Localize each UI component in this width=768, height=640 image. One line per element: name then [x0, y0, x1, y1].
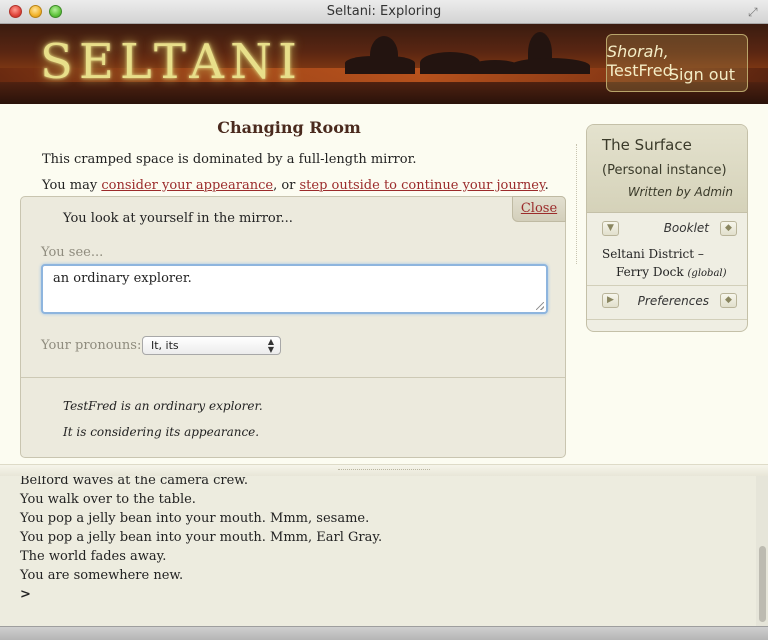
banner-rock-decoration — [370, 36, 398, 74]
preferences-diamond-icon[interactable]: ◆ — [720, 293, 737, 308]
world-sidebar: The Surface (Personal instance) Written … — [586, 124, 748, 332]
booklet-label: Booklet — [663, 221, 709, 235]
mirror-panel: You look at yourself in the mirror... Cl… — [20, 196, 566, 458]
room-description: This cramped space is dominated by a ful… — [42, 152, 417, 167]
pronouns-value: It, its — [151, 339, 179, 352]
log-line: Belford waves at the camera crew. — [20, 476, 249, 488]
scrollbar-thumb[interactable] — [759, 546, 766, 622]
event-log: Belford waves at the camera crew. You wa… — [0, 476, 756, 626]
fullscreen-icon[interactable]: ⤢ — [748, 5, 762, 19]
pronouns-select[interactable]: It, its ▲ ▼ — [142, 336, 281, 355]
appearance-result: TestFred is an ordinary explorer. — [63, 399, 263, 413]
window-titlebar: Seltani: Exploring ⤢ — [0, 0, 768, 24]
location-line-2: Ferry Dock — [616, 265, 684, 279]
mirror-heading: You look at yourself in the mirror... — [63, 211, 293, 226]
sign-out-link[interactable]: Sign out — [669, 65, 735, 84]
mirror-divider — [21, 377, 565, 378]
command-prompt[interactable]: > — [20, 587, 31, 602]
world-author: Written by Admin — [627, 185, 733, 199]
sidebar-header: The Surface (Personal instance) Written … — [587, 125, 747, 213]
choices-suffix: . — [544, 178, 549, 193]
sidebar-divider — [587, 285, 747, 286]
close-link[interactable]: Close — [521, 201, 557, 216]
booklet-collapse-icon[interactable]: ▼ — [602, 221, 619, 236]
site-banner: SELTANI Shorah, TestFred Sign out — [0, 24, 768, 104]
preferences-expand-icon[interactable]: ▶ — [602, 293, 619, 308]
window-title: Seltani: Exploring — [326, 4, 442, 19]
pane-splitter[interactable] — [0, 464, 768, 476]
current-location: Seltani District – Ferry Dock (global) — [602, 245, 727, 283]
location-line-2-wrap: Ferry Dock (global) — [602, 263, 727, 283]
user-name: TestFred — [607, 61, 673, 80]
location-line-1: Seltani District – — [602, 247, 704, 261]
room-title: Changing Room — [217, 118, 361, 137]
choices-prefix: You may — [42, 178, 102, 193]
log-line: You are somewhere new. — [20, 568, 184, 583]
log-scrollbar[interactable] — [756, 476, 768, 626]
select-arrows-icon: ▲ ▼ — [267, 337, 274, 354]
banner-rock-decoration — [510, 58, 590, 74]
resize-grip[interactable] — [536, 302, 544, 310]
world-title: The Surface — [602, 136, 692, 154]
pane-divider — [576, 144, 577, 264]
log-line: You pop a jelly bean into your mouth. Mm… — [20, 511, 370, 526]
sidebar-divider — [587, 319, 747, 320]
log-line: You walk over to the table. — [20, 492, 196, 507]
location-scope: (global) — [687, 268, 727, 279]
you-see-label: You see... — [41, 245, 104, 260]
log-line: You pop a jelly bean into your mouth. Mm… — [20, 530, 383, 545]
choices-middle: , or — [273, 178, 300, 193]
preferences-label: Preferences — [637, 294, 709, 308]
pronouns-label: Your pronouns: — [41, 338, 142, 353]
step-outside-link[interactable]: step outside to continue your journey — [300, 178, 545, 193]
appearance-textarea[interactable]: an ordinary explorer. — [41, 264, 548, 314]
log-line: The world fades away. — [20, 549, 167, 564]
room-choices: You may consider your appearance, or ste… — [42, 178, 549, 193]
greeting-word: Shorah, — [607, 42, 669, 61]
close-mirror-tab[interactable]: Close — [512, 196, 566, 222]
booklet-diamond-icon[interactable]: ◆ — [720, 221, 737, 236]
user-box: Shorah, TestFred Sign out — [606, 34, 748, 92]
splitter-grip[interactable] — [338, 469, 430, 470]
seltani-logo: SELTANI — [40, 34, 303, 90]
main-pane: Changing Room This cramped space is domi… — [0, 104, 768, 464]
instance-type: (Personal instance) — [602, 163, 727, 178]
window-bottom-bar — [0, 626, 768, 640]
appearance-text: an ordinary explorer. — [53, 271, 192, 286]
appearance-status: It is considering its appearance. — [63, 425, 260, 439]
consider-appearance-link[interactable]: consider your appearance — [101, 178, 273, 193]
